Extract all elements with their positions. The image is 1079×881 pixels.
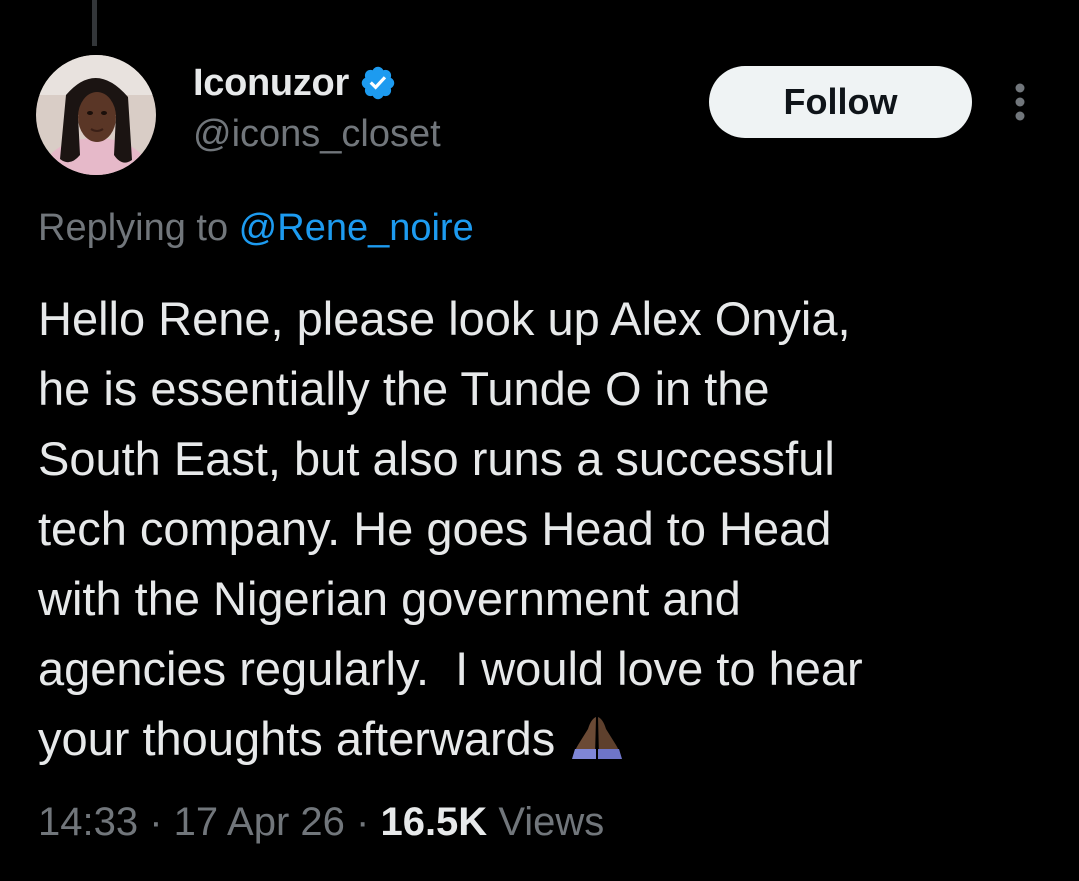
views-count[interactable]: 16.5K	[380, 800, 487, 844]
meta-separator: ·	[138, 800, 174, 844]
avatar[interactable]	[36, 55, 156, 175]
tweet-text-line: agencies regularly. I would love to hear	[38, 642, 863, 695]
more-vertical-icon[interactable]	[1008, 80, 1032, 124]
tweet-text-line: your thoughts afterwards	[38, 712, 556, 765]
tweet-meta: 14:33 · 17 Apr 26 · 16.5K Views	[38, 800, 604, 845]
replying-to: Replying to @Rene_noire	[38, 207, 474, 250]
tweet-text-line: he is essentially the Tunde O in the	[38, 362, 770, 415]
author-handle[interactable]: @icons_closet	[193, 113, 441, 156]
author-name-row: Iconuzor	[193, 58, 397, 108]
folded-hands-emoji-icon	[569, 710, 625, 780]
tweet-text-line: tech company. He goes Head to Head	[38, 502, 832, 555]
author-display-name[interactable]: Iconuzor	[193, 62, 349, 105]
tweet-text-line: with the Nigerian government and	[38, 572, 741, 625]
follow-button[interactable]: Follow	[709, 66, 972, 138]
verified-badge-icon	[359, 64, 397, 102]
replying-to-label: Replying to	[38, 207, 239, 249]
tweet-text-line: South East, but also runs a successful	[38, 432, 835, 485]
views-label: Views	[487, 800, 605, 844]
tweet-text-line: Hello Rene, please look up Alex Onyia,	[38, 292, 851, 345]
profile-photo	[36, 55, 156, 175]
tweet-time[interactable]: 14:33	[38, 800, 138, 844]
reply-mention-link[interactable]: @Rene_noire	[239, 207, 474, 249]
meta-separator: ·	[344, 800, 381, 844]
tweet-date[interactable]: 17 Apr 26	[174, 800, 345, 844]
tweet-text: Hello Rene, please look up Alex Onyia, h…	[38, 284, 1048, 780]
tweet-text-line-last: your thoughts afterwards	[38, 704, 1048, 780]
thread-connector-line	[92, 0, 97, 46]
